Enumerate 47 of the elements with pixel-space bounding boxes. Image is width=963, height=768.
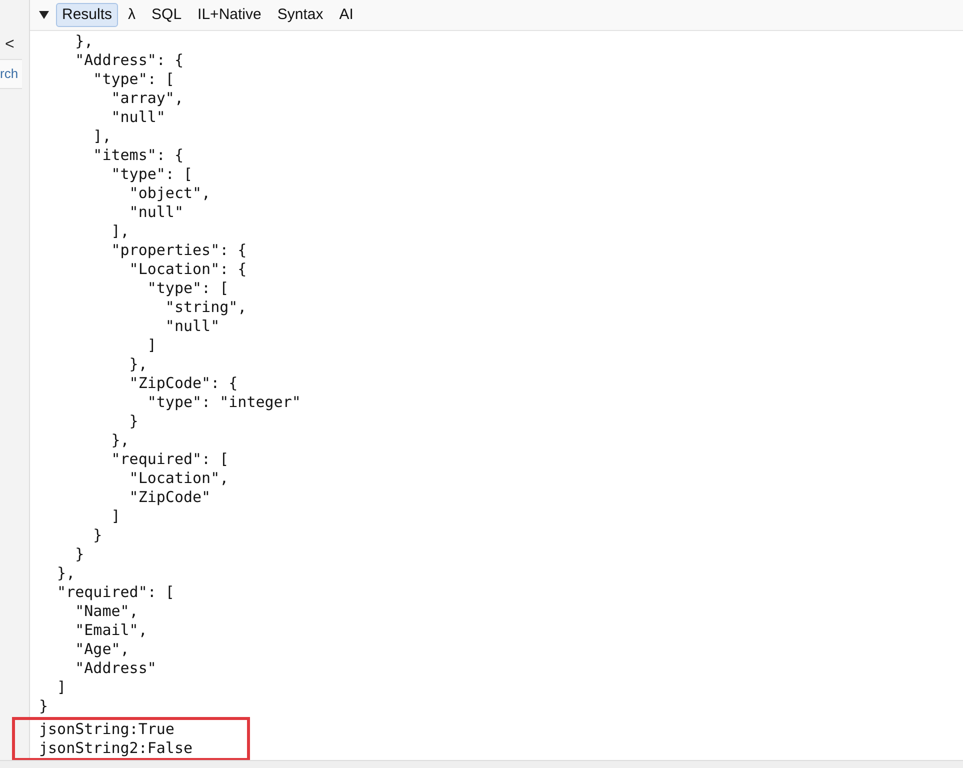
results-tab[interactable]: IL+Native [192, 3, 268, 27]
results-tab[interactable]: Syntax [271, 3, 330, 27]
code-line: "Age", [74, 640, 130, 659]
code-line: "type": "integer" [146, 393, 301, 412]
code-line: }, [56, 564, 76, 583]
collapse-button[interactable]: < [0, 33, 14, 55]
code-line: } [38, 697, 48, 716]
code-line: "Address" [74, 659, 156, 678]
code-line: "type": [ [110, 165, 193, 184]
code-line: "ZipCode" [128, 488, 211, 507]
code-line: }, [128, 355, 148, 374]
code-line: "Name", [74, 602, 138, 621]
code-line: "required": [ [56, 583, 174, 602]
code-line: "type": [ [146, 279, 229, 298]
results-tab[interactable]: SQL [146, 3, 188, 27]
code-line: }, [110, 431, 130, 450]
code-line: ] [146, 336, 156, 355]
code-line: "required": [ [110, 450, 229, 469]
code-line: "string", [164, 298, 247, 317]
code-line: "array", [110, 89, 184, 108]
results-tab[interactable]: Results [56, 3, 118, 27]
code-line: ] [56, 678, 66, 697]
code-line: ], [92, 127, 112, 146]
code-line: ], [110, 222, 130, 241]
code-line: "properties": { [110, 241, 247, 260]
code-line: "null" [164, 317, 220, 336]
code-line: ] [110, 507, 120, 526]
output-line: jsonString2:False [39, 739, 194, 758]
code-line: "object", [128, 184, 211, 203]
code-line: } [74, 545, 84, 564]
results-tab[interactable]: λ [122, 3, 142, 27]
code-line: "ZipCode": { [128, 374, 238, 393]
code-line: "Location": { [128, 260, 247, 279]
sidebar-search-tab[interactable]: rch [0, 59, 22, 89]
code-line: } [92, 526, 102, 545]
code-line: "type": [ [92, 70, 174, 89]
code-line: }, [74, 32, 94, 51]
code-line: "null" [128, 203, 184, 222]
code-line: "Location", [128, 469, 229, 488]
code-line: } [128, 412, 138, 431]
output-line: jsonString:True [39, 720, 176, 739]
dropdown-triangle-icon[interactable] [38, 10, 50, 20]
code-line: "items": { [92, 146, 184, 165]
code-line: "null" [110, 108, 166, 127]
code-line: "Address": { [74, 51, 184, 70]
results-tab[interactable]: AI [333, 3, 360, 27]
code-line: "Email", [74, 621, 148, 640]
